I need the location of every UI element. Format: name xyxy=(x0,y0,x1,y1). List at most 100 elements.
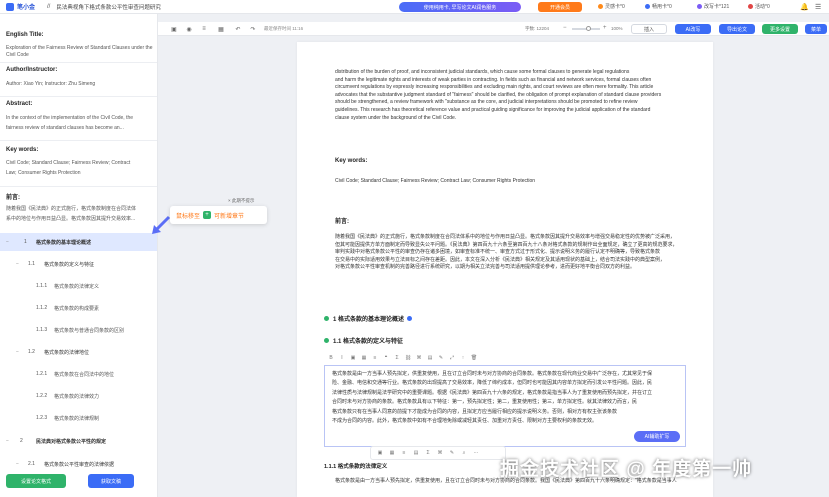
outline-item[interactable]: 1.1.3 格式条款与普通合同条款的区别 xyxy=(0,321,157,339)
logo-icon xyxy=(6,2,14,11)
tooltip-text: 鼠标移至 xyxy=(176,213,201,220)
info-icon[interactable] xyxy=(407,316,413,321)
list-icon[interactable]: ≡ xyxy=(200,25,208,33)
preface-body[interactable]: 随着我国《民法典》的正式施行，格式条款制度在合同法体系中的地位与作用日益凸显。格… xyxy=(335,234,687,272)
promo-banner[interactable]: 使用纯用卡, 早写论文AI润色服务 xyxy=(399,2,521,12)
expand-icon[interactable]: ⤢ xyxy=(449,355,455,361)
annotation-icon[interactable]: ✎ xyxy=(438,355,444,361)
outline-number: 1.1 xyxy=(28,261,35,267)
link-icon[interactable]: ⛓ xyxy=(405,355,411,361)
author-text[interactable]: Author: Xiao Yin; Instructor: Zhu Simeng xyxy=(6,81,95,88)
list-icon[interactable]: ≡ xyxy=(401,450,407,456)
chart-icon[interactable]: ▤ xyxy=(413,450,419,456)
keywords-line[interactable]: Civil Code; Standard Clause; Fairness Re… xyxy=(6,160,130,167)
image-icon[interactable]: ▣ xyxy=(377,450,383,456)
more-settings-button[interactable]: 更多设置 xyxy=(762,24,798,34)
stat-unlimited-card[interactable]: 畅用卡*0 xyxy=(645,3,672,10)
ai-rewrite-button[interactable]: AI改写 xyxy=(675,24,711,34)
italic-icon[interactable]: I xyxy=(339,355,345,361)
outline-item[interactable]: − 1 格式条款的基本理论概述 xyxy=(0,233,157,251)
code-icon[interactable]: ⌘ xyxy=(416,355,422,361)
bold-icon[interactable]: B xyxy=(328,355,334,361)
stat-label: 畅用卡*0 xyxy=(652,4,672,10)
formula-icon[interactable]: Σ xyxy=(394,355,400,361)
paragraph-editor[interactable]: 格式条款是由一方当事人预先拟定，供重复使用，且在订立合同时未与对方协商的合同条款… xyxy=(324,365,686,447)
document-page[interactable]: distribution of the burden of proof, and… xyxy=(297,42,713,497)
abstract-body[interactable]: distribution of the burden of proof, and… xyxy=(335,69,687,122)
outline-sidebar: English Title: Exploration of the Fairne… xyxy=(0,14,158,497)
outline-item[interactable]: 1.2.2 格式条款的法律效力 xyxy=(0,387,157,405)
user-menu-icon[interactable]: ☰ xyxy=(815,3,821,11)
insert-button[interactable]: 插入 xyxy=(631,24,667,34)
undo-icon[interactable]: ↶ xyxy=(234,25,242,33)
formula-icon[interactable]: Σ xyxy=(425,450,431,456)
outline-item[interactable]: − 1.1 格式条款的定义与特征 xyxy=(0,255,157,273)
outline-item[interactable]: 1.2.3 格式条款的法律规制 xyxy=(0,409,157,427)
collapse-icon[interactable]: − xyxy=(16,349,19,355)
zoom-slider-handle[interactable] xyxy=(586,26,591,31)
abstract-line[interactable]: In the context of the implementation of … xyxy=(6,115,133,122)
code-icon[interactable]: ⌘ xyxy=(437,450,443,456)
preface-line[interactable]: 随着我国《民法典》的正式施行，格式条款制度在合同法体 xyxy=(6,206,136,213)
search-icon[interactable]: ⌕ xyxy=(461,450,467,456)
chart-icon[interactable]: ▤ xyxy=(427,355,433,361)
arrow-up-icon[interactable]: ↑ xyxy=(460,355,466,361)
section-heading-1-1[interactable]: 1.1 格式条款的定义与特征 xyxy=(324,336,403,345)
table-icon[interactable]: ▦ xyxy=(361,355,367,361)
keywords-body[interactable]: Civil Code; Standard Clause; Fairness Re… xyxy=(335,178,687,186)
zoom-in-icon[interactable]: + xyxy=(603,25,609,31)
image-icon[interactable]: ▣ xyxy=(350,355,356,361)
get-draft-button[interactable]: 获取文稿 xyxy=(88,474,134,488)
preface-line[interactable]: 系中的地位与作用日益凸显。格式条款因其提升交易效率... xyxy=(6,216,135,223)
editor-text[interactable]: 格式条款是由一方当事人预先拟定，供重复使用，且在订立合同时未与对方协商的合同条款… xyxy=(332,370,678,426)
floating-toolbar: ▣ ▦ ≡ ▤ Σ ⌘ ✎ ⌕ ⋯ xyxy=(370,446,506,460)
outline-item[interactable]: − 2.1 格式条款公平性审查的法律依据 xyxy=(0,455,157,473)
eye-icon[interactable]: ◉ xyxy=(185,25,193,33)
outline-item[interactable]: 1.1.1 格式条款的法律定义 xyxy=(0,277,157,295)
collapse-icon[interactable]: − xyxy=(16,461,19,467)
stat-inspiration-card[interactable]: 灵感卡*0 xyxy=(598,3,625,10)
outline-item[interactable]: − 2 民法典对格式条款公平性的规定 xyxy=(0,432,157,450)
stat-label: 活动*0 xyxy=(755,4,770,10)
app-logo[interactable]: 笔小金 xyxy=(6,2,35,11)
outline-item[interactable]: 1.1.2 格式条款的构成要素 xyxy=(0,299,157,317)
abstract-line: should be strengthened, a review framewo… xyxy=(335,99,638,106)
section-title: 1.1.1 格式条款的法律定义 xyxy=(324,464,388,470)
collapse-icon[interactable]: − xyxy=(6,239,9,245)
keywords-line[interactable]: Law; Consumer Rights Protection xyxy=(6,170,80,177)
section-heading-1-1-1[interactable]: 1.1.1 格式条款的法律定义 xyxy=(324,462,387,470)
quote-icon[interactable]: ❝ xyxy=(383,355,389,361)
comment-icon[interactable]: ✎ xyxy=(449,450,455,456)
stat-activity[interactable]: 活动*0 xyxy=(748,3,770,10)
member-button[interactable]: 开通会员 xyxy=(538,2,582,12)
word-count: 字数: 12204 xyxy=(525,26,550,31)
menu-button[interactable]: 菜单 xyxy=(805,24,827,34)
outline-item[interactable]: − 1.2 格式条款的法律地位 xyxy=(0,343,157,361)
export-button[interactable]: 导出论文 xyxy=(719,24,755,34)
format-paper-button[interactable]: 设置论文格式 xyxy=(6,474,66,488)
bell-icon[interactable]: 🔔 xyxy=(800,3,809,11)
grid-icon[interactable]: ▦ xyxy=(217,25,225,33)
more-icon[interactable]: ⋯ xyxy=(473,450,479,456)
abstract-line: guidelines. This research has theoretica… xyxy=(335,106,651,113)
delete-icon[interactable]: 🗑 xyxy=(471,355,477,361)
zoom-slider[interactable] xyxy=(572,26,600,31)
collapse-icon[interactable]: − xyxy=(6,438,9,444)
collapse-icon[interactable]: − xyxy=(16,261,19,267)
table-icon[interactable]: ▦ xyxy=(389,450,395,456)
layout-icon[interactable]: ▣ xyxy=(170,25,178,33)
outline-item[interactable]: 1.2.1 格式条款在合同法中的地位 xyxy=(0,365,157,383)
outline-number: 1 xyxy=(24,239,27,245)
document-title[interactable]: 民法典视角下格式条款公平性审查问题研究 xyxy=(56,3,161,11)
abstract-line[interactable]: fairness review of standard clauses has … xyxy=(6,125,124,132)
zoom-out-icon[interactable]: − xyxy=(563,25,569,31)
divider xyxy=(0,140,157,141)
ai-expand-button[interactable]: AI辅助扩写 xyxy=(634,431,680,442)
english-title[interactable]: Exploration of the Fairness Review of St… xyxy=(6,45,156,59)
dismiss-tip-link[interactable]: × 此期不提示 xyxy=(228,198,254,204)
section-heading-1[interactable]: 1 格式条款的基本理论概述 xyxy=(324,314,413,323)
author-label: Author/Instructor: xyxy=(6,67,58,73)
redo-icon[interactable]: ↷ xyxy=(249,25,257,33)
stat-rewrite-card[interactable]: 改写卡*121 xyxy=(697,3,729,10)
list-icon[interactable]: ≡ xyxy=(372,355,378,361)
